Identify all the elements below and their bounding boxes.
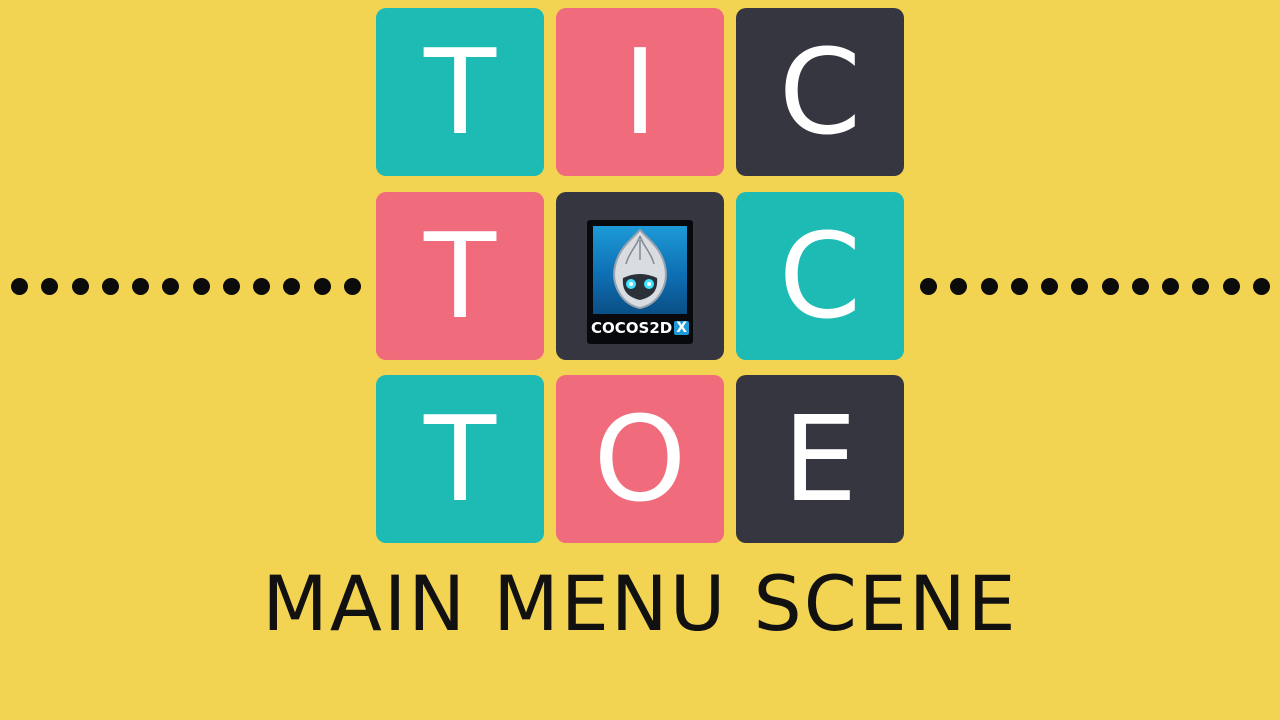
dot: [313, 277, 331, 295]
dot: [343, 277, 361, 295]
tile-o-bottom-center: O: [556, 375, 724, 543]
dot: [283, 277, 301, 295]
tile-c-middle-right: C: [736, 192, 904, 360]
cocos-flame-mascot-icon: [593, 226, 687, 314]
tile-letter: T: [423, 23, 497, 161]
tile-letter: E: [782, 390, 858, 528]
tile-t-top-left: T: [376, 8, 544, 176]
tile-t-bottom-left: T: [376, 375, 544, 543]
tic-tac-toe-title-grid: T I C T COCOS 2D X C T O E: [376, 8, 906, 544]
dot: [101, 277, 119, 295]
logo-text-badge: X: [674, 320, 690, 336]
dot: [253, 277, 271, 295]
dot: [1071, 277, 1089, 295]
dot: [980, 277, 998, 295]
logo-text-suffix: 2D: [649, 318, 673, 337]
logo-wordmark: COCOS 2D X: [591, 317, 690, 339]
dot: [1162, 277, 1180, 295]
tile-letter: C: [778, 23, 862, 161]
dot: [950, 277, 968, 295]
dot: [1101, 277, 1119, 295]
cocos2dx-logo: COCOS 2D X: [587, 220, 693, 344]
dot: [1192, 277, 1210, 295]
main-menu-screen: T I C T COCOS 2D X C T O E MAIN MENU SCE…: [0, 0, 1280, 720]
tile-letter: T: [423, 207, 497, 345]
dot: [1252, 277, 1270, 295]
tile-i-top-center: I: [556, 8, 724, 176]
logo-text-main: COCOS: [591, 318, 650, 337]
dot: [11, 277, 28, 295]
tile-c-top-right: C: [736, 8, 904, 176]
dot: [71, 277, 89, 295]
tile-letter: T: [423, 390, 497, 528]
tile-letter: C: [778, 207, 862, 345]
dot: [1041, 277, 1059, 295]
dot: [222, 277, 240, 295]
dot: [1010, 277, 1028, 295]
left-dotted-divider: [11, 269, 361, 303]
scene-title: MAIN MENU SCENE: [262, 559, 1018, 648]
dot: [162, 277, 180, 295]
tile-t-middle-left: T: [376, 192, 544, 360]
tile-letter: I: [622, 23, 658, 161]
dot: [192, 277, 210, 295]
dot: [1131, 277, 1149, 295]
dot: [920, 277, 937, 295]
tile-letter: O: [593, 390, 687, 528]
right-dotted-divider: [920, 269, 1270, 303]
dot: [132, 277, 150, 295]
dot: [1222, 277, 1240, 295]
tile-e-bottom-right: E: [736, 375, 904, 543]
tile-logo-center: COCOS 2D X: [556, 192, 724, 360]
dot: [41, 277, 59, 295]
